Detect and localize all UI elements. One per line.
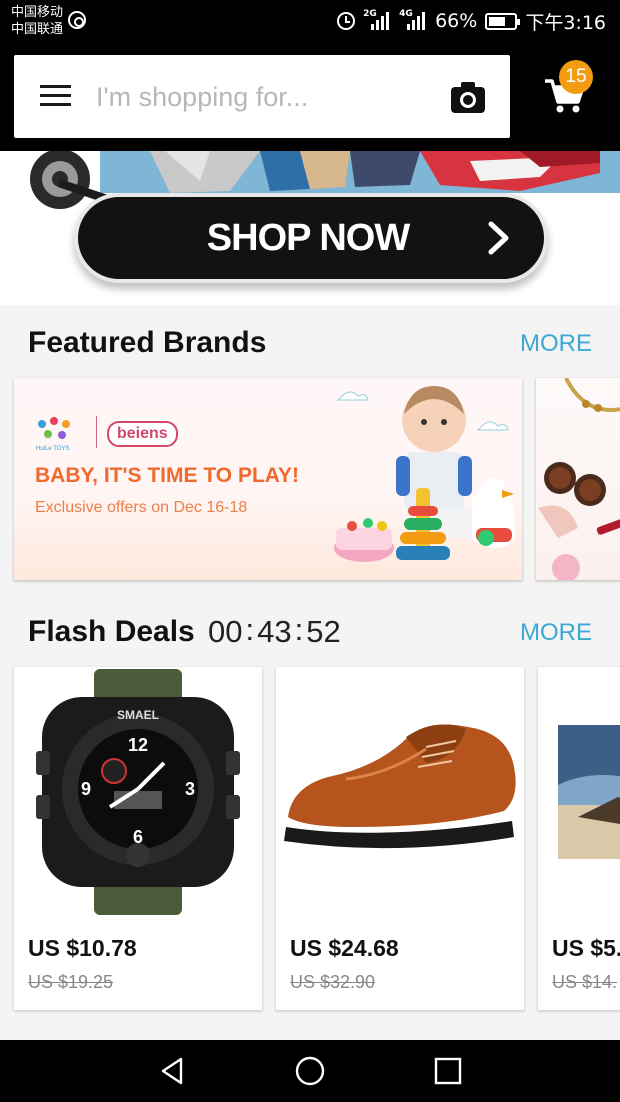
search-input[interactable] xyxy=(96,75,426,119)
recents-icon[interactable] xyxy=(433,1056,463,1086)
promo-banner[interactable]: SLX SHOP NOW xyxy=(0,151,620,305)
huile-toys-logo xyxy=(38,417,70,439)
svg-text:9: 9 xyxy=(81,779,91,799)
brand-card[interactable] xyxy=(536,378,620,580)
shop-now-button[interactable]: SHOP NOW xyxy=(74,193,548,283)
signal-icon-1: 2G xyxy=(363,9,391,31)
beiens-logo: beiens xyxy=(107,421,178,447)
cart-button[interactable]: 15 xyxy=(540,60,596,120)
carrier-1: 中国移动 xyxy=(11,5,64,20)
fashion-accessories-image xyxy=(538,378,620,580)
hd-call-icon xyxy=(68,11,86,29)
deal-card-watch[interactable]: SMAEL 12 6 9 3 US $10.78 US $19.25 xyxy=(14,667,262,1010)
menu-icon[interactable] xyxy=(40,85,71,107)
alarm-icon xyxy=(337,12,356,30)
featured-brands-more-link[interactable]: MORE xyxy=(520,330,592,358)
home-icon[interactable] xyxy=(295,1056,325,1086)
status-bar: 中国移动 中国联通 2G 4G 66% 下午3:16 xyxy=(0,0,620,44)
countdown-minutes: 43 xyxy=(257,614,292,649)
deal-original-price: US $14. xyxy=(552,972,618,992)
system-nav-bar xyxy=(0,1040,620,1102)
huile-toys-label: HuiLe TOYS xyxy=(36,446,70,452)
deal-card-canvas[interactable]: US $5. US $14. xyxy=(538,667,620,1010)
svg-text:3: 3 xyxy=(185,779,195,799)
app-screen: 中国移动 中国联通 2G 4G 66% 下午3:16 I'm shopping … xyxy=(0,0,620,1102)
countdown-hours: 00 xyxy=(208,614,243,649)
deal-card-shoe[interactable]: US $24.68 US $32.90 xyxy=(276,667,524,1010)
carrier-names: 中国移动 中国联通 xyxy=(11,4,63,38)
deal-original-price: US $32.90 xyxy=(290,972,376,992)
shop-now-label: SHOP NOW xyxy=(206,217,410,259)
logo-divider xyxy=(96,416,97,448)
back-icon[interactable] xyxy=(157,1056,187,1086)
battery-percent: 66% xyxy=(435,10,478,32)
chevron-right-icon xyxy=(488,221,509,255)
status-icons: 2G 4G 66% 下午3:16 xyxy=(337,8,606,34)
svg-text:12: 12 xyxy=(128,735,148,755)
countdown-separator: : xyxy=(294,612,304,647)
shoe-product-image xyxy=(284,724,516,849)
canvas-print-product-image xyxy=(558,725,620,859)
deal-price: US $5. xyxy=(552,935,620,961)
deal-price: US $24.68 xyxy=(290,935,399,961)
carrier-2: 中国联通 xyxy=(11,22,64,37)
brand-card[interactable]: HuiLe TOYS beiens BABY, IT'S TIME TO PLA… xyxy=(14,378,522,580)
cart-count-badge: 15 xyxy=(559,60,593,94)
deal-price: US $10.78 xyxy=(28,935,137,961)
search-bar xyxy=(14,55,510,138)
flash-deals-countdown: 00 : 43 : 52 xyxy=(208,612,341,650)
deal-original-price: US $19.25 xyxy=(28,972,114,992)
baby-toys-image xyxy=(334,386,516,562)
svg-text:SMAEL: SMAEL xyxy=(117,708,159,722)
clock: 下午3:16 xyxy=(525,11,606,34)
flash-deals-title: Flash Deals xyxy=(28,615,195,648)
featured-brands-title: Featured Brands xyxy=(28,326,267,359)
app-header: 15 xyxy=(0,44,620,151)
signal-icon-2: 4G xyxy=(399,9,427,31)
brand-subline: Exclusive offers on Dec 16-18 xyxy=(35,499,248,516)
brand-headline: BABY, IT'S TIME TO PLAY! xyxy=(35,464,300,487)
countdown-seconds: 52 xyxy=(306,614,341,649)
battery-icon xyxy=(485,12,521,30)
watch-product-image: SMAEL 12 6 9 3 xyxy=(36,669,240,915)
countdown-separator: : xyxy=(245,612,255,647)
camera-icon[interactable] xyxy=(450,80,486,114)
flash-deals-more-link[interactable]: MORE xyxy=(520,619,592,647)
